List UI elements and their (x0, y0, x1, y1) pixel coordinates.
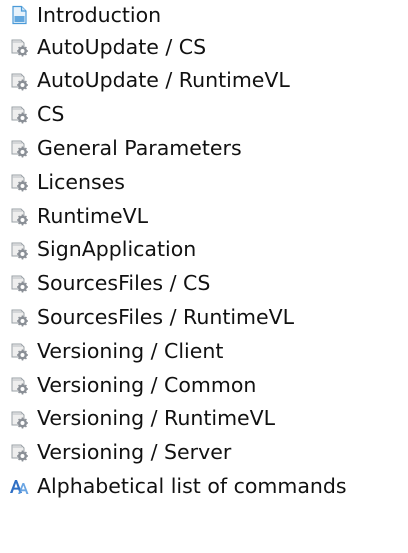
tree-item-alphabetical-list[interactable]: Alphabetical list of commands (0, 469, 408, 503)
tree-item-versioning-server[interactable]: Versioning / Server (0, 436, 408, 470)
tree-item-cs[interactable]: CS (0, 98, 408, 132)
gear-book-icon (8, 103, 30, 125)
tree-item-label: Alphabetical list of commands (37, 474, 347, 498)
tree-item-label: AutoUpdate / CS (37, 34, 207, 59)
tree-item-label: Licenses (37, 169, 125, 194)
gear-book-icon (8, 306, 30, 328)
gear-book-icon (8, 374, 30, 396)
tree-item-label: SignApplication (37, 237, 197, 262)
document-icon (8, 4, 30, 26)
gear-book-icon (8, 340, 30, 362)
gear-book-icon (8, 171, 30, 193)
gear-book-icon (8, 205, 30, 227)
tree-item-label: General Parameters (37, 136, 242, 161)
tree-item-introduction[interactable]: Introduction (0, 0, 408, 30)
tree-item-label: Versioning / RuntimeVL (37, 406, 276, 431)
topic-tree: Introduction AutoUpdate / CS AutoUpdate (0, 0, 408, 503)
tree-item-runtimevl[interactable]: RuntimeVL (0, 199, 408, 233)
tree-item-autoupdate-runtimevl[interactable]: AutoUpdate / RuntimeVL (0, 64, 408, 98)
tree-item-label: Versioning / Common (37, 372, 257, 397)
gear-book-icon (8, 36, 30, 58)
gear-book-icon (8, 441, 30, 463)
tree-item-sourcesfiles-cs[interactable]: SourcesFiles / CS (0, 267, 408, 301)
tree-item-label: Versioning / Server (37, 440, 232, 465)
gear-book-icon (8, 408, 30, 430)
tree-item-versioning-runtimevl[interactable]: Versioning / RuntimeVL (0, 402, 408, 436)
tree-item-label: CS (37, 102, 65, 127)
alphabetical-index-icon (8, 475, 30, 497)
tree-item-licenses[interactable]: Licenses (0, 165, 408, 199)
tree-item-label: Introduction (37, 2, 162, 27)
tree-item-label: Versioning / Client (37, 338, 224, 363)
gear-book-icon (8, 70, 30, 92)
gear-book-icon (8, 239, 30, 261)
tree-item-autoupdate-cs[interactable]: AutoUpdate / CS (0, 30, 408, 64)
tree-item-signapplication[interactable]: SignApplication (0, 233, 408, 267)
tree-item-label: SourcesFiles / RuntimeVL (37, 305, 295, 330)
tree-item-general-parameters[interactable]: General Parameters (0, 131, 408, 165)
tree-item-label: AutoUpdate / RuntimeVL (37, 68, 290, 93)
tree-item-sourcesfiles-runtimevl[interactable]: SourcesFiles / RuntimeVL (0, 300, 408, 334)
gear-book-icon (8, 272, 30, 294)
tree-item-versioning-client[interactable]: Versioning / Client (0, 334, 408, 368)
tree-item-label: SourcesFiles / CS (37, 271, 211, 296)
tree-item-versioning-common[interactable]: Versioning / Common (0, 368, 408, 402)
gear-book-icon (8, 137, 30, 159)
tree-item-label: RuntimeVL (37, 203, 149, 228)
